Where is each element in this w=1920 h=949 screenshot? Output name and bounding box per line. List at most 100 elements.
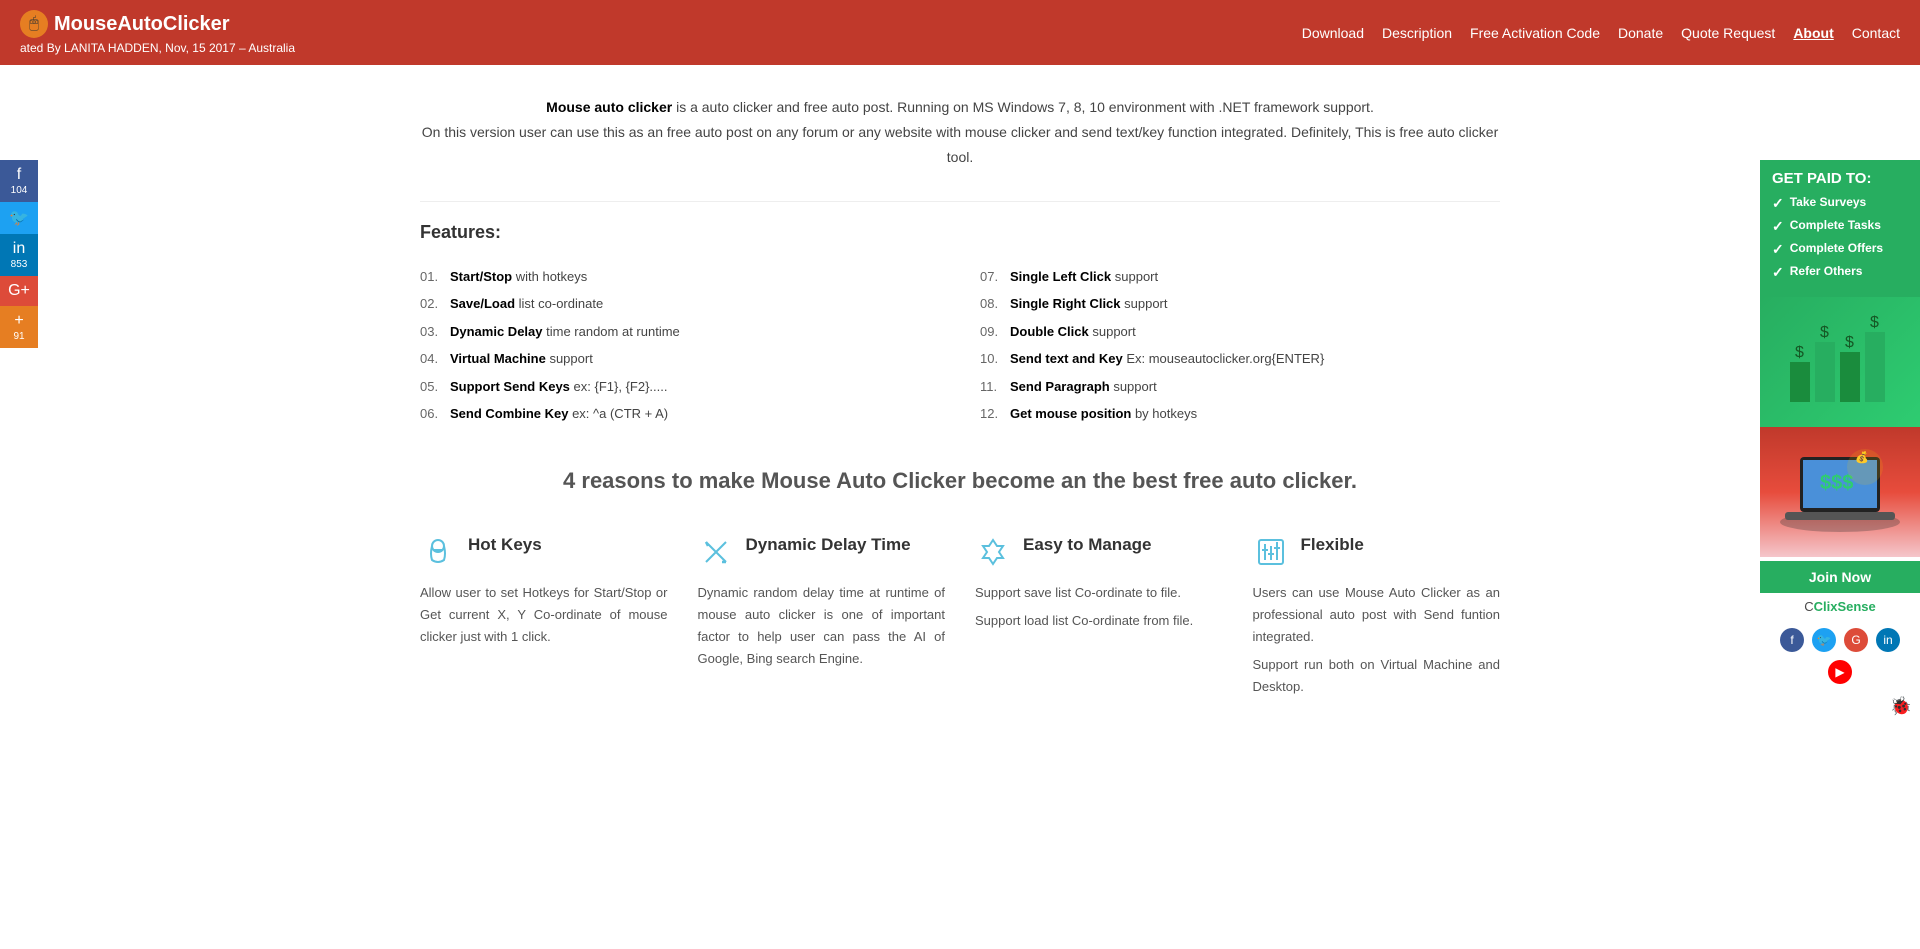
card-manage: Easy to Manage Support save list Co-ordi… (975, 534, 1223, 698)
ad-youtube-icon[interactable]: ▶ (1828, 660, 1852, 684)
bug-icon: 🐞 (1890, 696, 1912, 716)
feature-item-2: 02. Save/Load list co-ordinate (420, 290, 940, 318)
logo-text: MouseAutoClicker (54, 13, 230, 36)
card-flexible-desc1: Users can use Mouse Auto Clicker as an p… (1253, 582, 1501, 648)
feature-item-7: 07. Single Left Click support (980, 263, 1500, 291)
nav-free-activation[interactable]: Free Activation Code (1470, 25, 1600, 41)
ad-item-surveys: ✓ Take Surveys (1772, 195, 1908, 212)
twitter-icon: 🐦 (9, 208, 29, 228)
check-icon-3: ✓ (1772, 241, 1784, 258)
card-hotkeys: Hot Keys Allow user to set Hotkeys for S… (420, 534, 668, 698)
logo-icon (20, 10, 48, 38)
intro-paragraph: Mouse auto clicker is a auto clicker and… (420, 95, 1500, 171)
card-hotkeys-title: Hot Keys (468, 534, 542, 556)
main-nav: Download Description Free Activation Cod… (1302, 25, 1900, 41)
cards-grid: Hot Keys Allow user to set Hotkeys for S… (420, 534, 1500, 698)
feature-item-3: 03. Dynamic Delay time random at runtime (420, 318, 940, 346)
feature-item-6: 06. Send Combine Key ex: ^a (CTR + A) (420, 400, 940, 428)
hotkeys-icon (420, 534, 456, 570)
separator-1 (420, 201, 1500, 202)
card-manage-header: Easy to Manage (975, 534, 1223, 570)
ad-brand: CClixSense (1760, 593, 1920, 620)
card-flexible-title: Flexible (1301, 534, 1364, 556)
nav-donate[interactable]: Donate (1618, 25, 1663, 41)
svg-text:$: $ (1795, 344, 1804, 361)
svg-text:$: $ (1845, 334, 1854, 351)
linkedin-icon: in (13, 240, 25, 258)
card-hotkeys-header: Hot Keys (420, 534, 668, 570)
card-flexible-desc2: Support run both on Virtual Machine and … (1253, 654, 1501, 698)
card-flexible-header: Flexible (1253, 534, 1501, 570)
svg-text:$$$: $$$ (1820, 472, 1853, 494)
nav-contact[interactable]: Contact (1852, 25, 1900, 41)
card-manage-desc1: Support save list Co-ordinate to file. (975, 582, 1223, 604)
facebook-icon: f (17, 166, 21, 184)
sub-text: ated By LANITA HADDEN, Nov, 15 2017 – Au… (20, 41, 295, 55)
ad-item-tasks: ✓ Complete Tasks (1772, 218, 1908, 235)
main-content: Mouse auto clicker is a auto clicker and… (360, 65, 1560, 728)
check-icon-1: ✓ (1772, 195, 1784, 212)
facebook-button[interactable]: f 104 (0, 160, 38, 202)
card-manage-desc2: Support load list Co-ordinate from file. (975, 610, 1223, 632)
ad-banner-image: $ $ $ $ (1760, 297, 1920, 427)
check-icon-2: ✓ (1772, 218, 1784, 235)
intro-bold: Mouse auto clicker (546, 99, 672, 115)
ad-twitter-icon[interactable]: 🐦 (1812, 628, 1836, 652)
dynamic-icon (698, 534, 734, 570)
nav-quote[interactable]: Quote Request (1681, 25, 1775, 41)
googleplus-icon: G+ (8, 282, 30, 300)
card-dynamic: Dynamic Delay Time Dynamic random delay … (698, 534, 946, 698)
features-title: Features: (420, 222, 1500, 243)
feature-item-4: 04. Virtual Machine support (420, 345, 940, 373)
nav-description[interactable]: Description (1382, 25, 1452, 41)
card-hotkeys-desc: Allow user to set Hotkeys for Start/Stop… (420, 582, 668, 648)
ad-item-offers: ✓ Complete Offers (1772, 241, 1908, 258)
feature-item-11: 11. Send Paragraph support (980, 373, 1500, 401)
ad-title: GET PAID TO: (1772, 170, 1908, 187)
card-manage-title: Easy to Manage (1023, 534, 1152, 556)
intro-line2: On this version user can use this as an … (422, 124, 1498, 165)
svg-text:💰: 💰 (1855, 451, 1869, 464)
svg-text:$: $ (1870, 314, 1879, 331)
add-icon: + (14, 312, 23, 330)
ad-linkedin-icon[interactable]: in (1876, 628, 1900, 652)
ad-banner-laptop: $$$ 💰 (1760, 427, 1920, 557)
twitter-button[interactable]: 🐦 (0, 202, 38, 234)
svg-text:$: $ (1820, 324, 1829, 341)
ad-box: GET PAID TO: ✓ Take Surveys ✓ Complete T… (1760, 160, 1920, 297)
nav-about[interactable]: About (1793, 25, 1833, 41)
feature-item-12: 12. Get mouse position by hotkeys (980, 400, 1500, 428)
feature-item-9: 09. Double Click support (980, 318, 1500, 346)
card-dynamic-header: Dynamic Delay Time (698, 534, 946, 570)
ad-bug-area: 🐞 (1760, 692, 1920, 721)
ad-item-refer: ✓ Refer Others (1772, 264, 1908, 281)
ad-google-icon[interactable]: G (1844, 628, 1868, 652)
card-flexible: Flexible Users can use Mouse Auto Clicke… (1253, 534, 1501, 698)
ad-social-row: f 🐦 G in ▶ (1760, 620, 1920, 692)
feature-item-10: 10. Send text and Key Ex: mouseautoclick… (980, 345, 1500, 373)
intro-rest: is a auto clicker and free auto post. Ru… (676, 99, 1374, 115)
card-dynamic-desc: Dynamic random delay time at runtime of … (698, 582, 946, 670)
feature-item-8: 08. Single Right Click support (980, 290, 1500, 318)
add-button[interactable]: + 91 (0, 306, 38, 348)
ad-facebook-icon[interactable]: f (1780, 628, 1804, 652)
join-now-button[interactable]: Join Now (1760, 561, 1920, 593)
nav-download[interactable]: Download (1302, 25, 1364, 41)
card-dynamic-title: Dynamic Delay Time (746, 534, 911, 556)
feature-item-5: 05. Support Send Keys ex: {F1}, {F2}....… (420, 373, 940, 401)
manage-icon (975, 534, 1011, 570)
logo-area: MouseAutoClicker (20, 10, 295, 38)
features-grid: 01. Start/Stop with hotkeys 02. Save/Loa… (420, 263, 1500, 428)
reasons-title: 4 reasons to make Mouse Auto Clicker bec… (420, 468, 1500, 494)
flexible-icon (1253, 534, 1289, 570)
right-ad-sidebar: GET PAID TO: ✓ Take Surveys ✓ Complete T… (1760, 160, 1920, 721)
social-sidebar: f 104 🐦 in 853 G+ + 91 (0, 160, 38, 348)
site-header: MouseAutoClicker ated By LANITA HADDEN, … (0, 0, 1920, 65)
features-left: 01. Start/Stop with hotkeys 02. Save/Loa… (420, 263, 940, 428)
features-right: 07. Single Left Click support 08. Single… (980, 263, 1500, 428)
feature-item-1: 01. Start/Stop with hotkeys (420, 263, 940, 291)
googleplus-button[interactable]: G+ (0, 276, 38, 306)
features-section: Features: 01. Start/Stop with hotkeys 02… (420, 222, 1500, 428)
check-icon-4: ✓ (1772, 264, 1784, 281)
linkedin-button[interactable]: in 853 (0, 234, 38, 276)
